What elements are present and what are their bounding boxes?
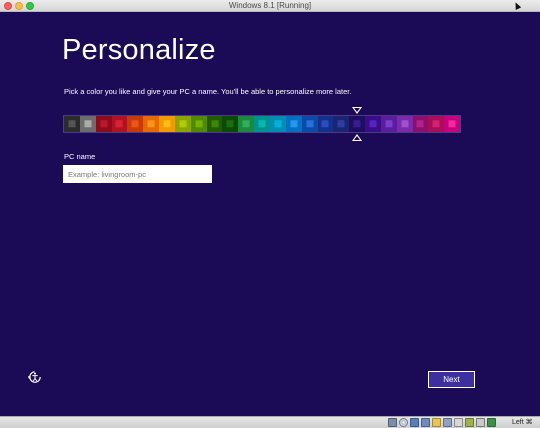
ease-of-access-icon[interactable] (28, 370, 42, 384)
network-icon[interactable] (421, 418, 430, 427)
oobe-screen: Personalize Pick a color you like and gi… (0, 12, 540, 416)
usb-icon[interactable] (410, 418, 419, 427)
color-swatch[interactable] (365, 116, 381, 132)
color-swatch-accent (274, 120, 282, 128)
color-swatch[interactable] (428, 116, 445, 132)
color-swatch-accent (131, 120, 139, 128)
color-swatch[interactable] (317, 116, 334, 132)
title-bar: Windows 8.1 [Running] (0, 0, 540, 12)
color-swatch[interactable] (190, 116, 207, 132)
color-swatch-accent (369, 120, 377, 128)
color-swatch-accent (306, 120, 314, 128)
video-capture-icon[interactable] (454, 418, 463, 427)
color-swatch-accent (100, 120, 108, 128)
color-swatch[interactable] (380, 116, 397, 132)
color-palette (63, 115, 461, 133)
keyboard-capture-icon[interactable] (487, 418, 496, 427)
color-swatch[interactable] (269, 116, 286, 132)
color-swatch-accent (290, 120, 298, 128)
color-swatch-accent (353, 120, 361, 128)
color-swatch-accent (337, 120, 345, 128)
color-swatch[interactable] (159, 116, 175, 132)
color-swatch-accent (448, 120, 456, 128)
next-button[interactable]: Next (428, 371, 475, 388)
color-swatch-accent (321, 120, 329, 128)
display-icon[interactable] (443, 418, 452, 427)
color-swatch-accent (401, 120, 409, 128)
mouse-integration-icon[interactable] (476, 418, 485, 427)
color-swatch-accent (226, 120, 234, 128)
color-selector-bottom-icon[interactable] (352, 134, 362, 141)
color-swatch-accent (416, 120, 424, 128)
shared-folder-icon[interactable] (432, 418, 441, 427)
color-swatch[interactable] (333, 116, 350, 132)
vm-status-bar: Left ⌘ (0, 416, 540, 428)
color-swatch[interactable] (174, 116, 191, 132)
color-swatch[interactable] (238, 116, 255, 132)
virtualbox-window: Windows 8.1 [Running] Personalize Pick a… (0, 0, 540, 428)
window-title: Windows 8.1 [Running] (228, 1, 312, 10)
pc-name-input[interactable] (63, 165, 212, 183)
hard-disk-icon[interactable] (388, 418, 397, 427)
color-swatch-accent (211, 120, 219, 128)
color-swatch-accent (432, 120, 440, 128)
optical-drive-icon[interactable] (399, 418, 408, 427)
status-icons (388, 418, 496, 427)
color-swatch-accent (258, 120, 266, 128)
color-swatch[interactable] (349, 116, 366, 132)
color-swatch[interactable] (79, 116, 96, 132)
virtualization-icon[interactable] (465, 418, 474, 427)
color-swatch-accent (68, 120, 76, 128)
color-swatch[interactable] (222, 116, 239, 132)
color-swatch-accent (242, 120, 250, 128)
color-swatch-accent (163, 120, 171, 128)
color-swatch[interactable] (111, 116, 128, 132)
color-swatch-accent (115, 120, 123, 128)
color-swatch[interactable] (127, 116, 144, 132)
color-swatch[interactable] (206, 116, 223, 132)
color-swatch[interactable] (143, 116, 160, 132)
color-swatch-accent (84, 120, 92, 128)
color-swatch-accent (179, 120, 187, 128)
color-swatch[interactable] (254, 116, 270, 132)
color-swatch-accent (385, 120, 393, 128)
color-swatch[interactable] (64, 116, 80, 132)
color-selector-top-icon (352, 107, 362, 114)
color-swatch[interactable] (301, 116, 318, 132)
color-swatch-accent (195, 120, 203, 128)
color-swatch-accent (147, 120, 155, 128)
instruction-text: Pick a color you like and give your PC a… (64, 87, 352, 96)
color-swatch[interactable] (444, 116, 461, 132)
color-swatch[interactable] (396, 116, 413, 132)
color-swatch[interactable] (412, 116, 429, 132)
pc-name-label: PC name (64, 152, 96, 161)
host-key-label: Left ⌘ (512, 419, 533, 426)
color-swatch[interactable] (95, 116, 112, 132)
page-title: Personalize (62, 34, 216, 66)
color-swatch[interactable] (285, 116, 302, 132)
